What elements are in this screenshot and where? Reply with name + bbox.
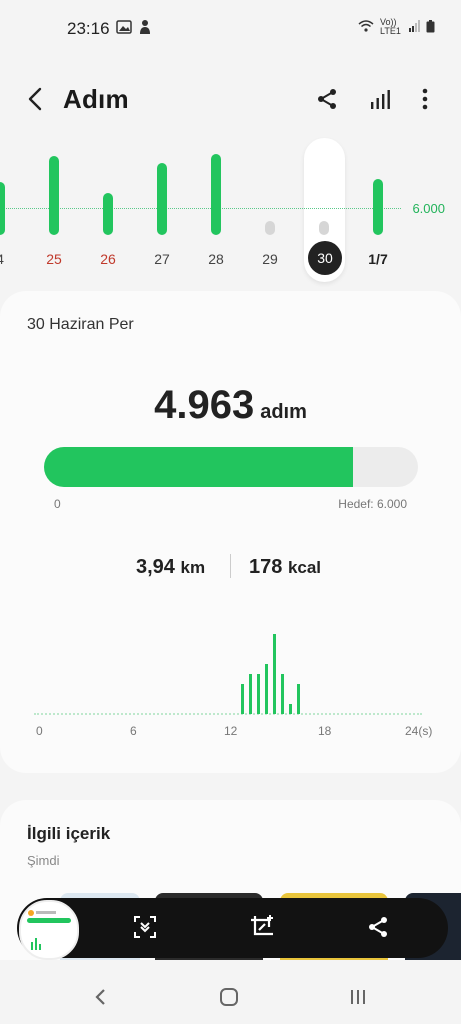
goal-label: 6.000 bbox=[412, 201, 445, 216]
hourly-axis-label: 0 bbox=[36, 724, 43, 738]
hourly-axis-label: 18 bbox=[318, 724, 332, 738]
screenshot-preview[interactable] bbox=[19, 900, 79, 960]
gallery-icon bbox=[116, 20, 132, 39]
more-icon bbox=[422, 88, 428, 110]
share-icon bbox=[318, 89, 336, 109]
nav-recents-button[interactable] bbox=[344, 983, 372, 1011]
related-subtitle: Şimdi bbox=[27, 853, 60, 868]
day-bar[interactable] bbox=[103, 193, 113, 235]
wifi-icon bbox=[358, 20, 374, 34]
summary-date: 30 Haziran Per bbox=[27, 316, 134, 333]
hourly-bar bbox=[280, 674, 284, 714]
day-bar[interactable] bbox=[49, 156, 59, 235]
progress-min-label: 0 bbox=[54, 497, 61, 511]
day-bar[interactable] bbox=[0, 181, 5, 235]
goal-line bbox=[0, 208, 401, 209]
scroll-capture-icon bbox=[134, 916, 156, 938]
hourly-axis-label: 6 bbox=[130, 724, 137, 738]
hourly-steps-chart bbox=[0, 632, 461, 714]
hourly-bar bbox=[240, 684, 244, 714]
day-bar[interactable] bbox=[373, 179, 383, 235]
crop-edit-icon bbox=[251, 915, 273, 936]
share-icon bbox=[369, 917, 387, 937]
steps-total: 4.963 adım bbox=[0, 383, 461, 428]
scroll-capture-button[interactable] bbox=[129, 911, 161, 943]
calories-unit: kcal bbox=[287, 558, 322, 577]
back-button[interactable] bbox=[20, 84, 50, 114]
day-bar[interactable] bbox=[157, 162, 167, 235]
calories-metric: 178 kcal bbox=[249, 556, 321, 579]
distance-value: 3,94 bbox=[136, 556, 175, 578]
hourly-bar bbox=[272, 634, 276, 714]
hourly-axis-label: 12 bbox=[224, 724, 238, 738]
nav-back-button[interactable] bbox=[86, 983, 114, 1011]
calories-value: 178 bbox=[249, 556, 283, 578]
nav-back-icon bbox=[95, 989, 105, 1005]
day-label[interactable]: 4 bbox=[0, 251, 20, 267]
day-label[interactable]: 1/7 bbox=[358, 251, 398, 267]
day-bar[interactable] bbox=[211, 153, 221, 235]
related-title: İlgili içerik bbox=[27, 824, 111, 843]
selected-day-badge[interactable]: 30 bbox=[308, 241, 342, 275]
hourly-bar bbox=[264, 664, 268, 714]
nav-home-icon bbox=[220, 988, 238, 1006]
hourly-bar bbox=[288, 704, 292, 714]
goal-progress-bar bbox=[44, 447, 418, 487]
hourly-bar bbox=[248, 674, 252, 714]
steps-unit: adım bbox=[260, 401, 307, 423]
share-button[interactable] bbox=[312, 84, 342, 114]
day-label[interactable]: 28 bbox=[196, 251, 236, 267]
notification-icon bbox=[138, 19, 152, 40]
day-bar[interactable] bbox=[265, 221, 275, 235]
day-label[interactable]: 27 bbox=[142, 251, 182, 267]
back-icon bbox=[28, 87, 42, 111]
distance-unit: km bbox=[180, 558, 206, 577]
steps-count: 4.963 bbox=[154, 383, 255, 427]
hourly-axis-label: 24(s) bbox=[405, 724, 433, 738]
status-indicators: Vo)) LTE1 bbox=[358, 18, 435, 36]
network-label: Vo)) LTE1 bbox=[380, 17, 401, 36]
battery-icon bbox=[426, 19, 435, 35]
signal-icon bbox=[408, 20, 420, 34]
day-label[interactable]: 29 bbox=[250, 251, 290, 267]
day-label[interactable]: 26 bbox=[88, 251, 128, 267]
status-time: 23:16 bbox=[67, 19, 110, 38]
progress-goal-label: Hedef: 6.000 bbox=[338, 497, 407, 511]
hourly-bar bbox=[296, 684, 300, 714]
goal-progress-fill bbox=[44, 447, 354, 487]
nav-recents-icon bbox=[351, 990, 365, 1004]
toolbar-share-button[interactable] bbox=[362, 911, 394, 943]
page-title: Adım bbox=[63, 84, 129, 114]
metric-divider bbox=[230, 554, 231, 578]
hourly-bar bbox=[256, 674, 260, 714]
nav-home-button[interactable] bbox=[215, 983, 243, 1011]
trends-button[interactable] bbox=[365, 84, 395, 114]
day-label[interactable]: 25 bbox=[34, 251, 74, 267]
bar-chart-icon bbox=[371, 90, 390, 109]
more-options-button[interactable] bbox=[410, 84, 440, 114]
distance-metric: 3,94 km bbox=[136, 556, 205, 579]
crop-edit-button[interactable] bbox=[246, 911, 278, 943]
day-bar[interactable] bbox=[319, 221, 329, 235]
